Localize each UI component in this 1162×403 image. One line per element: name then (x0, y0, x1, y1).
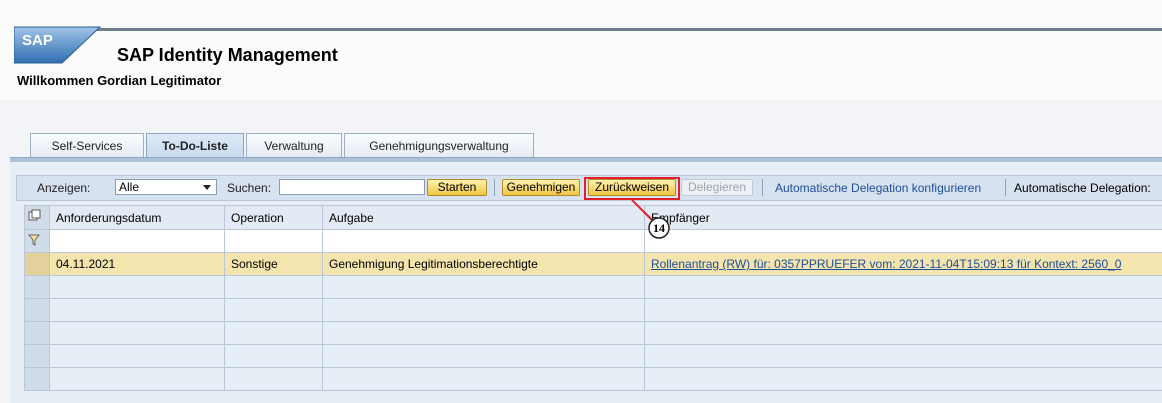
toolbar-separator (494, 179, 495, 196)
empty-cell (322, 344, 645, 368)
row-selector[interactable] (24, 321, 50, 345)
row-selector[interactable] (24, 275, 50, 299)
empty-cell (224, 275, 323, 299)
tab-to-do-liste[interactable]: To-Do-Liste (146, 133, 244, 158)
toolbar-separator (762, 179, 763, 196)
show-dropdown-value: Alle (119, 180, 140, 194)
search-input[interactable] (279, 179, 425, 195)
row-selector[interactable] (24, 344, 50, 368)
column-header-recipient[interactable]: Empfänger (644, 205, 1162, 230)
empty-cell (224, 344, 323, 368)
table-header-row: Anforderungsdatum Operation Aufgabe Empf… (24, 205, 1162, 230)
column-settings-cell[interactable] (24, 205, 50, 230)
approve-button[interactable]: Genehmigen (502, 179, 580, 196)
cell-operation: Sonstige (224, 252, 323, 276)
highlight-frame (584, 177, 680, 200)
cell-recipient: Rollenantrag (RW) für: 0357PPRUEFER vom:… (644, 252, 1162, 276)
filter-input-operation[interactable] (224, 229, 323, 253)
welcome-text: Willkommen Gordian Legitimator (17, 73, 222, 88)
row-selector[interactable] (24, 367, 50, 391)
empty-cell (224, 321, 323, 345)
filter-icon[interactable] (25, 232, 43, 248)
start-button[interactable]: Starten (427, 179, 487, 196)
cell-date: 04.11.2021 (49, 252, 225, 276)
show-dropdown[interactable]: Alle (115, 179, 217, 195)
header-rule (96, 28, 1162, 31)
chevron-down-icon (203, 185, 211, 190)
table-row[interactable]: 04.11.2021 Sonstige Genehmigung Legitima… (24, 252, 1162, 276)
sap-logo-text: SAP (22, 32, 53, 49)
tab-verwaltung[interactable]: Verwaltung (246, 133, 342, 158)
toolbar-separator (1005, 179, 1006, 196)
filter-input-recipient[interactable] (644, 229, 1162, 253)
empty-row (24, 344, 1162, 368)
tab-self-services[interactable]: Self-Services (30, 133, 144, 158)
empty-cell (322, 298, 645, 322)
empty-cell (224, 367, 323, 391)
search-label: Suchen: (227, 181, 272, 195)
column-settings-icon[interactable] (25, 208, 43, 224)
empty-row (24, 275, 1162, 299)
empty-cell (644, 367, 1162, 391)
empty-cell (49, 275, 225, 299)
empty-cell (49, 344, 225, 368)
cell-task: Genehmigung Legitimationsberechtigte (322, 252, 645, 276)
empty-row (24, 298, 1162, 322)
filter-input-date[interactable] (49, 229, 225, 253)
filter-cell[interactable] (24, 229, 50, 253)
column-header-task[interactable]: Aufgabe (322, 205, 645, 230)
filter-row (24, 229, 1162, 253)
row-selector[interactable] (24, 252, 50, 276)
empty-cell (644, 298, 1162, 322)
tab-genehmigungsverwaltung[interactable]: Genehmigungsverwaltung (344, 133, 534, 158)
empty-cell (224, 298, 323, 322)
auto-delegation-text: Automatische Delegation: (1014, 181, 1151, 195)
todo-table: Anforderungsdatum Operation Aufgabe Empf… (24, 205, 1162, 391)
empty-cell (49, 321, 225, 345)
empty-row (24, 321, 1162, 345)
column-header-date[interactable]: Anforderungsdatum (49, 205, 225, 230)
recipient-link[interactable]: Rollenantrag (RW) für: 0357PPRUEFER vom:… (651, 257, 1121, 271)
sap-logo: SAP (14, 26, 102, 64)
empty-cell (644, 321, 1162, 345)
empty-cell (49, 367, 225, 391)
empty-cell (644, 275, 1162, 299)
auto-delegation-config-link[interactable]: Automatische Delegation konfigurieren (775, 181, 981, 195)
column-header-operation[interactable]: Operation (224, 205, 323, 230)
empty-cell (644, 344, 1162, 368)
empty-row (24, 367, 1162, 391)
empty-cell (322, 275, 645, 299)
empty-cell (322, 367, 645, 391)
app-title: SAP Identity Management (117, 45, 338, 65)
filter-input-task[interactable] (322, 229, 645, 253)
row-selector[interactable] (24, 298, 50, 322)
empty-cell (49, 298, 225, 322)
delegate-button: Delegieren (681, 179, 753, 196)
empty-cell (322, 321, 645, 345)
show-label: Anzeigen: (37, 181, 91, 195)
